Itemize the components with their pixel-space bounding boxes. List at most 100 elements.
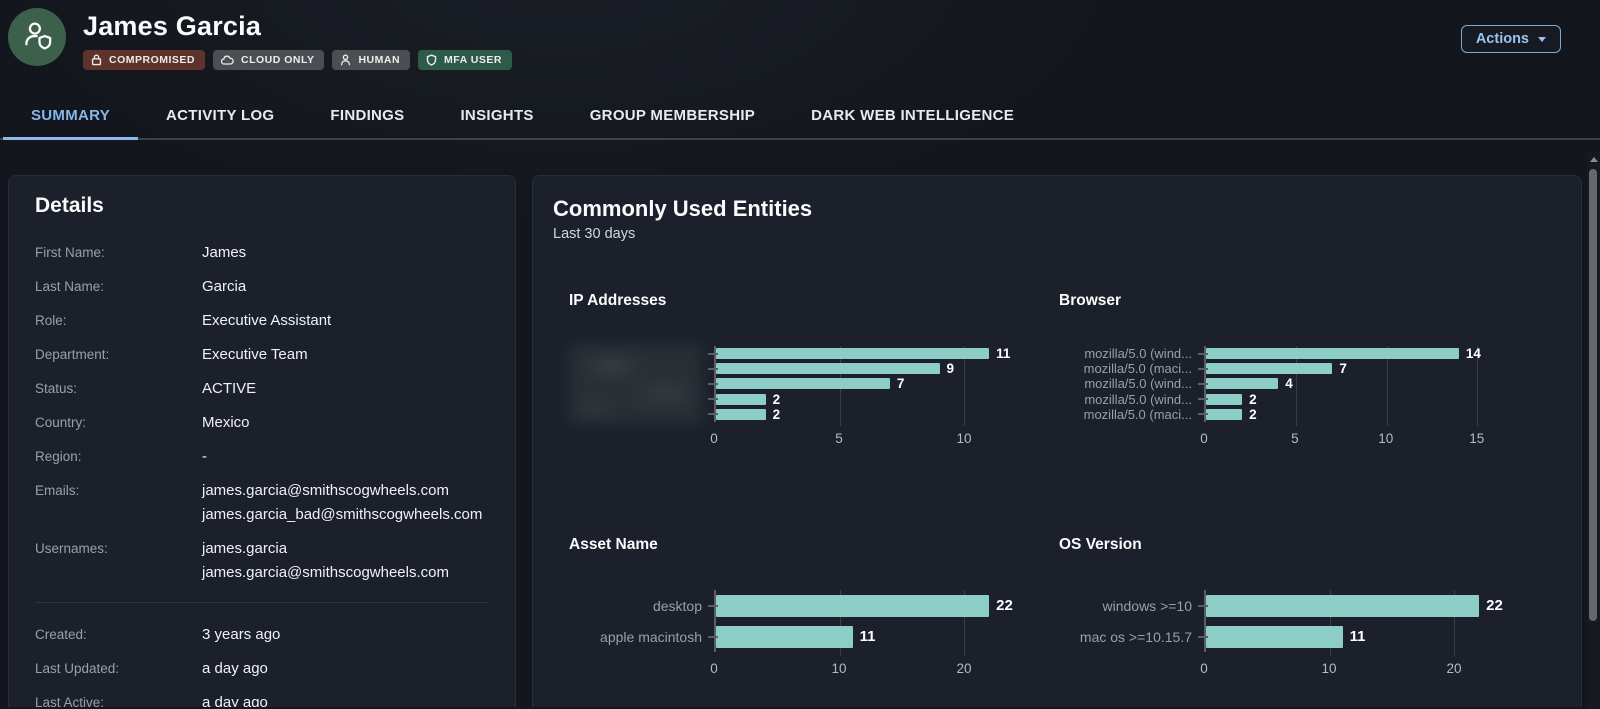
field-row-status: Status:ACTIVE xyxy=(35,378,489,399)
cloud-icon xyxy=(221,55,234,66)
bar-rows: 119722 xyxy=(716,346,1014,422)
chart-title: Asset Name xyxy=(569,536,1059,554)
status-badge-human: HUMAN xyxy=(332,50,410,70)
main-content: Details First Name:JamesLast Name:Garcia… xyxy=(0,140,1600,707)
chart-title: IP Addresses xyxy=(569,292,1059,310)
bar xyxy=(716,595,989,617)
bar-value-label: 2 xyxy=(1249,392,1257,407)
status-badge-mfa-user: MFA USER xyxy=(418,50,512,70)
field-label: Region: xyxy=(35,446,202,467)
x-tick-label: 0 xyxy=(710,661,718,676)
status-badge-compromised: COMPROMISED xyxy=(83,50,205,70)
field-values: james.garcia@smithscogwheels.comjames.ga… xyxy=(202,480,482,525)
bar-row: 22 xyxy=(1206,595,1504,617)
badge-row: COMPROMISED CLOUD ONLY HUMAN MFA USER xyxy=(83,50,1600,70)
axis-tick xyxy=(708,368,718,370)
field-label: First Name: xyxy=(35,242,202,263)
bar-value-label: 4 xyxy=(1285,376,1293,391)
tab-findings[interactable]: FINDINGS xyxy=(302,92,432,138)
field-row-last-active: Last Active:a day ago xyxy=(35,692,489,707)
chart-title: OS Version xyxy=(1059,536,1561,554)
y-axis-labels: windows >=10mac os >=10.15.7 xyxy=(1059,590,1204,652)
axis-tick xyxy=(708,353,718,355)
field-label: Usernames: xyxy=(35,538,202,583)
field-values: James xyxy=(202,242,246,263)
actions-button[interactable]: Actions xyxy=(1461,25,1561,53)
page-header: James Garcia COMPROMISEDCLOUD ONLYHUMANM… xyxy=(0,0,1600,92)
bar-row: 11 xyxy=(716,346,1014,361)
bar-value-label: 14 xyxy=(1466,346,1481,361)
field-row-emails: Emails:james.garcia@smithscogwheels.comj… xyxy=(35,480,489,525)
commonly-used-entities-panel: Commonly Used Entities Last 30 days IP A… xyxy=(532,175,1582,707)
plot: 147422 xyxy=(1204,346,1504,422)
avatar xyxy=(8,8,66,66)
field-row-last-updated: Last Updated:a day ago xyxy=(35,658,489,679)
y-axis-labels: desktopapple macintosh xyxy=(569,590,714,652)
axis-tick xyxy=(1198,353,1208,355)
bar xyxy=(1206,595,1479,617)
field-values: Executive Assistant xyxy=(202,310,331,331)
field-row-created: Created:3 years ago xyxy=(35,624,489,645)
tab-summary[interactable]: SUMMARY xyxy=(3,92,138,138)
field-value: james.garcia@smithscogwheels.com xyxy=(202,480,482,501)
bar-rows: 2211 xyxy=(716,590,1014,652)
field-value: James xyxy=(202,242,246,263)
bar xyxy=(716,363,940,374)
chart-asset-name: Asset Name desktopapple macintosh2211 0 10 2… xyxy=(569,536,1059,680)
category-label: mac os >=10.15.7 xyxy=(1080,630,1192,644)
user-shield-icon xyxy=(20,18,54,57)
x-axis-labels: 051015 xyxy=(1204,426,1504,450)
bar xyxy=(1206,348,1459,359)
chart-area: desktopapple macintosh2211 0 10 20 xyxy=(569,590,1059,680)
bar-value-label: 2 xyxy=(1249,407,1257,422)
scroll-up-arrow-icon[interactable] xyxy=(1590,157,1598,162)
bar xyxy=(1206,394,1242,405)
field-values: james.garcia james.garcia@smithscogwheels… xyxy=(202,538,449,583)
x-axis-labels: 01020 xyxy=(714,656,1014,680)
tab-activity-log[interactable]: ACTIVITY LOG xyxy=(138,92,302,138)
plot: 119722 xyxy=(714,346,1014,422)
bar-row: 9 xyxy=(716,361,1014,376)
chart-area: mozilla/5.0 (wind...mozilla/5.0 (maci...… xyxy=(1059,346,1561,450)
field-label: Created: xyxy=(35,624,202,645)
chart-ip-addresses: IP Addresses 119722 0510 xyxy=(569,292,1059,450)
y-axis-labels xyxy=(569,346,714,422)
axis-tick xyxy=(1198,605,1208,607)
field-row-usernames: Usernames:james.garcia james.garcia@smith… xyxy=(35,538,489,583)
chart-area: 119722 0510 xyxy=(569,346,1059,450)
axis-tick xyxy=(708,383,718,385)
field-value: james.garcia@smithscogwheels.com xyxy=(202,562,449,583)
field-value: Executive Team xyxy=(202,344,308,365)
field-value: a day ago xyxy=(202,692,268,707)
details-divider xyxy=(35,602,489,603)
chart-title: Browser xyxy=(1059,292,1561,310)
chevron-down-icon xyxy=(1538,37,1546,42)
x-axis-labels: 0510 xyxy=(714,426,1014,450)
tab-dark-web-intelligence[interactable]: DARK WEB INTELLIGENCE xyxy=(783,92,1042,138)
bar-row: 11 xyxy=(1206,626,1504,648)
tab-bar: SUMMARYACTIVITY LOGFINDINGSINSIGHTSGROUP… xyxy=(0,92,1600,140)
field-label: Last Updated: xyxy=(35,658,202,679)
field-values: - xyxy=(202,446,207,467)
axis-tick xyxy=(708,636,718,638)
field-value: Mexico xyxy=(202,412,250,433)
tab-insights[interactable]: INSIGHTS xyxy=(432,92,561,138)
bar xyxy=(716,378,890,389)
axis-tick xyxy=(1198,368,1208,370)
field-row-role: Role:Executive Assistant xyxy=(35,310,489,331)
plot-area: 119722 0510 xyxy=(714,346,1014,450)
bar-row: 2 xyxy=(1206,407,1504,422)
badge-label: CLOUD ONLY xyxy=(241,54,314,66)
vertical-scrollbar[interactable] xyxy=(1587,152,1600,709)
badge-label: HUMAN xyxy=(358,54,400,66)
tab-group-membership[interactable]: GROUP MEMBERSHIP xyxy=(562,92,783,138)
category-label: mozilla/5.0 (wind... xyxy=(1084,347,1192,360)
bar xyxy=(1206,409,1242,420)
y-axis-labels: mozilla/5.0 (wind...mozilla/5.0 (maci...… xyxy=(1059,346,1204,422)
field-values: Executive Team xyxy=(202,344,308,365)
scrollbar-thumb[interactable] xyxy=(1589,169,1597,621)
x-tick-label: 20 xyxy=(956,661,971,676)
x-tick-label: 10 xyxy=(831,661,846,676)
field-value: james.garcia xyxy=(202,538,449,559)
bar xyxy=(1206,378,1278,389)
